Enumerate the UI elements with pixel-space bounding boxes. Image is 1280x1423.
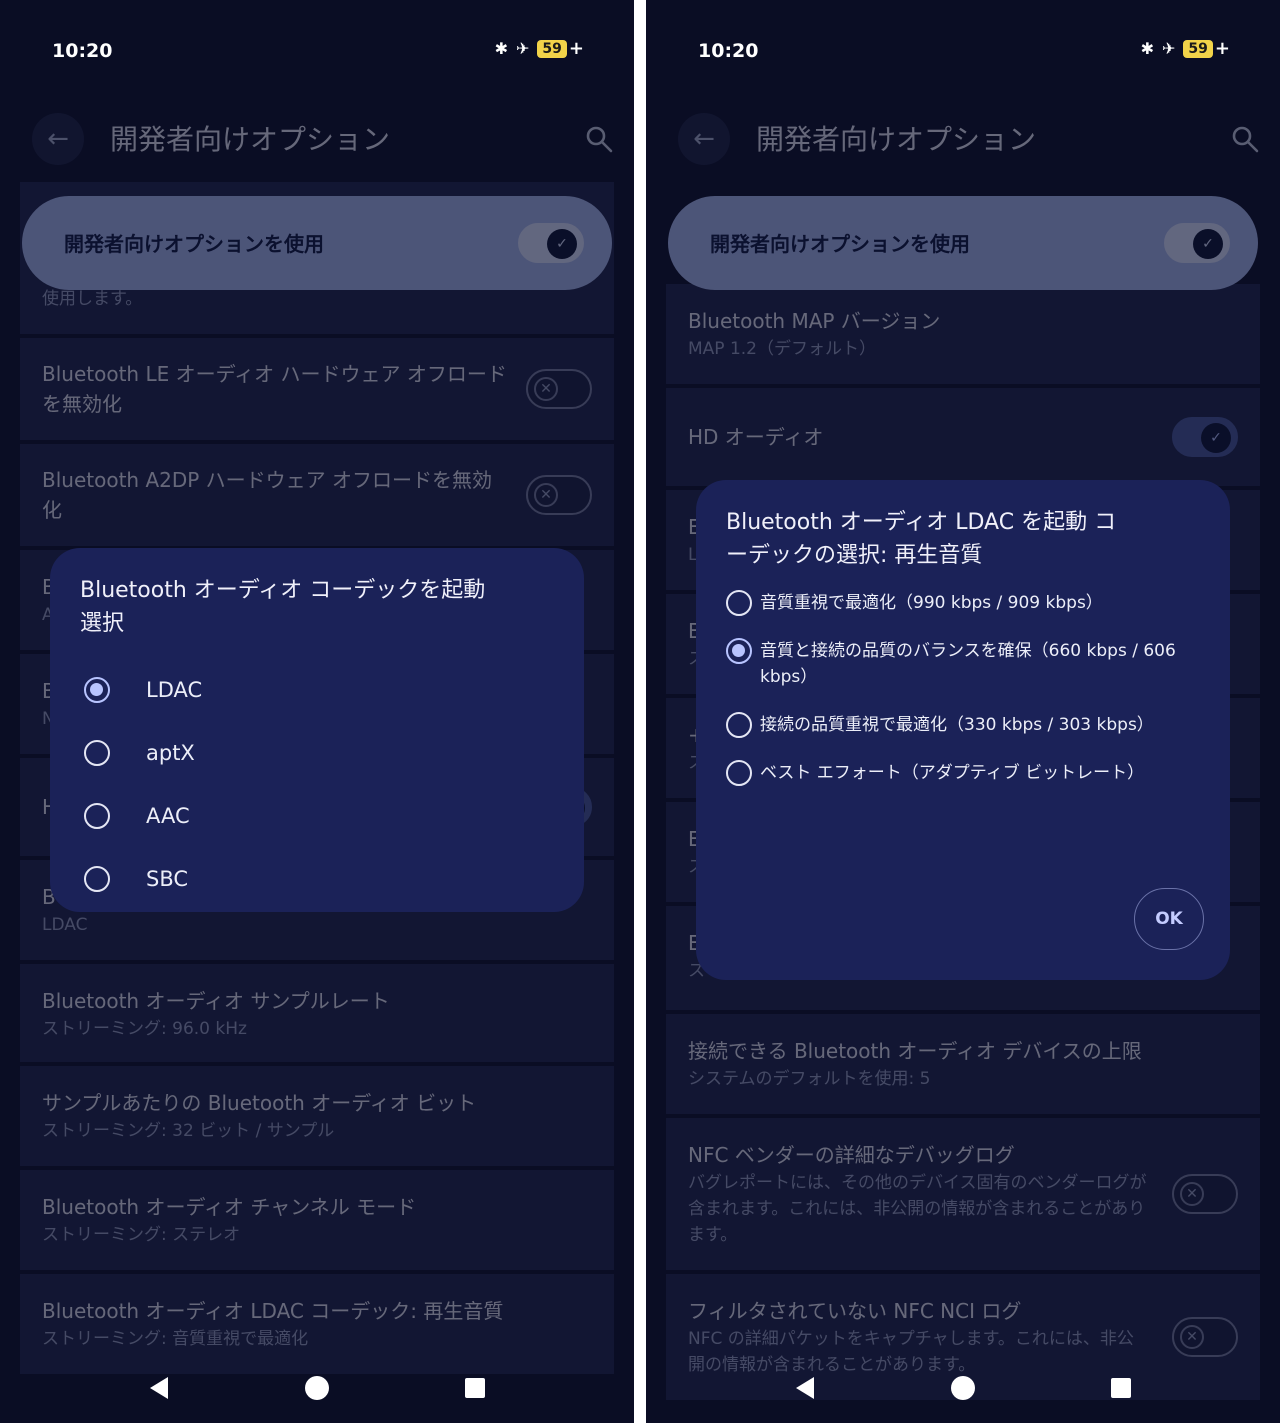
codec-option-aac[interactable]: AAC — [80, 784, 554, 847]
quality-option-connection[interactable]: 接続の品質重視で最適化（330 kbps / 303 kbps） — [726, 712, 1200, 738]
list-item[interactable]: Bluetooth LE オーディオ ハードウェア オフロードを無効化 ✕ — [20, 338, 614, 440]
quality-option-best-effort[interactable]: ベスト エフォート（アダプティブ ビットレート） — [726, 760, 1200, 786]
dialog-title: Bluetooth オーディオ コーデックを起動 選択 — [80, 578, 486, 636]
back-button[interactable]: ← — [32, 113, 84, 165]
charging-icon: + — [1214, 38, 1230, 59]
charging-icon: + — [568, 38, 584, 59]
check-icon: ✓ — [1201, 423, 1231, 453]
codec-option-aptx[interactable]: aptX — [80, 721, 554, 784]
ldac-quality-dialog: Bluetooth オーディオ LDAC を起動 コーデックの選択: 再生音質 … — [696, 480, 1230, 980]
close-icon: ✕ — [534, 377, 558, 401]
airplane-icon: ✈ — [516, 39, 530, 58]
page-title: 開発者向けオプション — [110, 123, 391, 156]
nav-home-icon[interactable] — [951, 1376, 975, 1400]
list-item[interactable]: Bluetooth オーディオ チャンネル モード ストリーミング: ステレオ — [20, 1170, 614, 1270]
radio-button[interactable] — [726, 590, 752, 616]
navigation-bar — [0, 1359, 634, 1423]
list-item[interactable]: 接続できる Bluetooth オーディオ デバイスの上限 システムのデフォルト… — [666, 1014, 1260, 1114]
toggle-switch[interactable]: ✕ — [526, 369, 592, 409]
back-button[interactable]: ← — [678, 113, 730, 165]
developer-options-master-toggle[interactable]: 開発者向けオプションを使用 ✓ — [668, 196, 1258, 290]
quality-option-sound[interactable]: 音質重視で最適化（990 kbps / 909 kbps） — [726, 590, 1200, 616]
developer-options-master-toggle[interactable]: 開発者向けオプションを使用 ✓ — [22, 196, 612, 290]
navigation-bar — [646, 1359, 1280, 1423]
app-bar: ← 開発者向けオプション — [646, 100, 1280, 180]
app-bar: ← 開発者向けオプション — [0, 100, 634, 180]
codec-option-sbc[interactable]: SBC — [80, 847, 554, 910]
nav-back-icon[interactable] — [150, 1377, 168, 1399]
ok-button[interactable]: OK — [1134, 888, 1204, 950]
status-time: 10:20 — [52, 40, 113, 62]
bluetooth-icon: ✱ — [494, 39, 509, 58]
list-item[interactable]: Bluetooth MAP バージョン MAP 1.2（デフォルト） — [666, 284, 1260, 384]
toggle-switch[interactable]: ✕ — [526, 475, 592, 515]
toggle-switch[interactable]: ✕ — [1172, 1317, 1238, 1357]
search-icon[interactable] — [1230, 124, 1260, 154]
list-item[interactable]: Bluetooth A2DP ハードウェア オフロードを無効化 ✕ — [20, 444, 614, 546]
toggle-switch[interactable]: ✓ — [1172, 417, 1238, 457]
status-bar: 10:20 ✱ ✈ 59 + — [0, 0, 634, 100]
battery-level: 59 — [1183, 39, 1213, 58]
codec-option-ldac[interactable]: LDAC — [80, 658, 554, 721]
quality-options: 音質重視で最適化（990 kbps / 909 kbps） 音質と接続の品質のバ… — [726, 590, 1200, 786]
close-icon: ✕ — [1180, 1182, 1204, 1206]
search-icon[interactable] — [584, 124, 614, 154]
nav-home-icon[interactable] — [305, 1376, 329, 1400]
radio-button[interactable] — [726, 712, 752, 738]
airplane-icon: ✈ — [1162, 39, 1176, 58]
radio-button[interactable] — [726, 760, 752, 786]
radio-button[interactable] — [726, 638, 752, 664]
close-icon: ✕ — [534, 483, 558, 507]
radio-button[interactable] — [84, 865, 110, 892]
arrow-left-icon: ← — [693, 124, 715, 154]
list-item[interactable]: Bluetooth オーディオ サンプルレート ストリーミング: 96.0 kH… — [20, 964, 614, 1062]
list-item[interactable]: HD オーディオ ✓ — [666, 388, 1260, 486]
check-icon: ✓ — [547, 229, 577, 259]
codec-options: LDAC aptX AAC SBC — [80, 658, 554, 910]
toggle-switch[interactable]: ✓ — [1164, 223, 1230, 263]
nav-recents-icon[interactable] — [1111, 1378, 1131, 1398]
quality-option-balanced[interactable]: 音質と接続の品質のバランスを確保（660 kbps / 606 kbps） — [726, 638, 1200, 690]
check-icon: ✓ — [1193, 229, 1223, 259]
page-title: 開発者向けオプション — [756, 123, 1037, 156]
list-item[interactable]: サンプルあたりの Bluetooth オーディオ ビット ストリーミング: 32… — [20, 1066, 614, 1166]
radio-button[interactable] — [84, 676, 110, 703]
nav-back-icon[interactable] — [796, 1377, 814, 1399]
nav-recents-icon[interactable] — [465, 1378, 485, 1398]
dialog-title: Bluetooth オーディオ LDAC を起動 コーデックの選択: 再生音質 — [726, 510, 1117, 568]
list-item[interactable]: NFC ベンダーの詳細なデバッグログ バグレポートには、その他のデバイス固有のベ… — [666, 1118, 1260, 1270]
toggle-switch[interactable]: ✕ — [1172, 1174, 1238, 1214]
left-phone-screen: 10:20 ✱ ✈ 59 + ← 開発者向けオプション 使用します。 Bluet… — [0, 0, 634, 1423]
toggle-switch[interactable]: ✓ — [518, 223, 584, 263]
close-icon: ✕ — [1180, 1325, 1204, 1349]
radio-button[interactable] — [84, 739, 110, 766]
status-bar: 10:20 ✱ ✈ 59 + — [646, 0, 1280, 100]
arrow-left-icon: ← — [47, 124, 69, 154]
radio-button[interactable] — [84, 802, 110, 829]
bluetooth-icon: ✱ — [1140, 39, 1155, 58]
battery-level: 59 — [537, 39, 567, 58]
status-time: 10:20 — [698, 40, 759, 62]
codec-select-dialog: Bluetooth オーディオ コーデックを起動 選択 LDAC aptX AA… — [50, 548, 584, 912]
right-phone-screen: 10:20 ✱ ✈ 59 + ← 開発者向けオプション Bluetooth MA… — [646, 0, 1280, 1423]
